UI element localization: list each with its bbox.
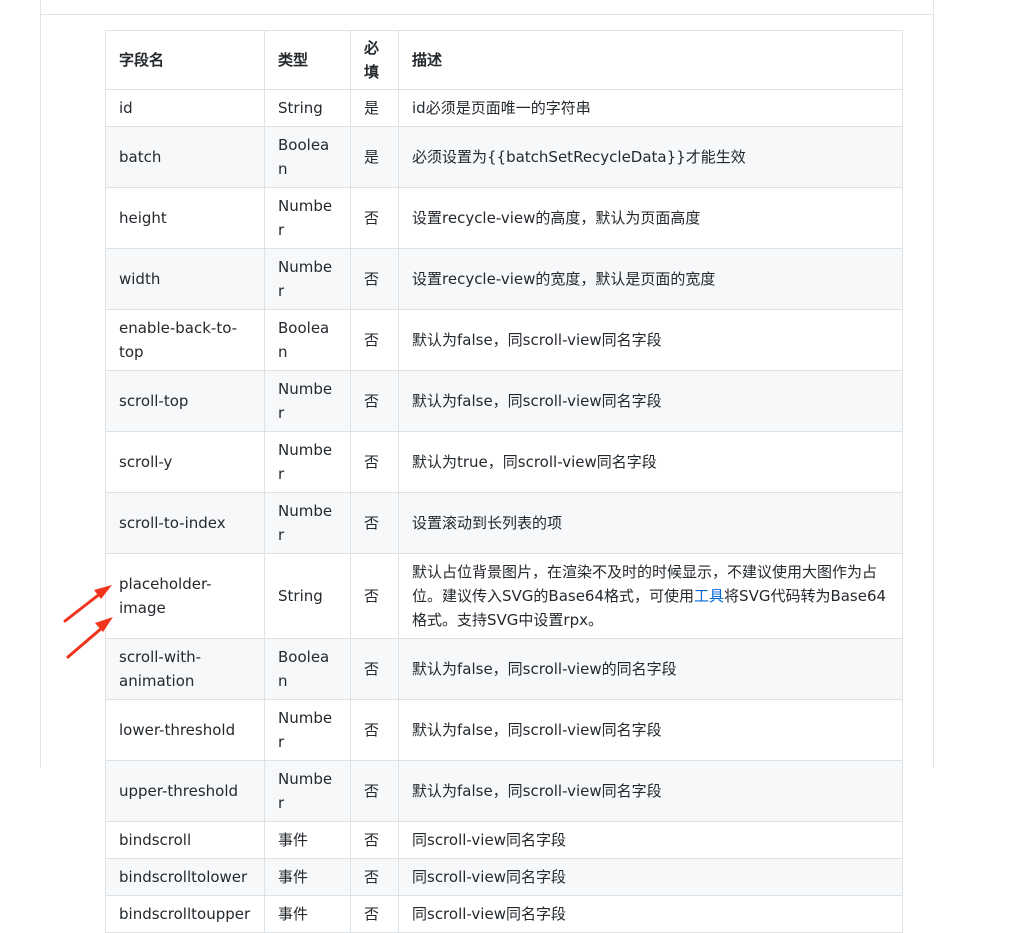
cell-desc: 默认为true，同scroll-view同名字段 — [398, 431, 903, 493]
cell-required: 否 — [350, 431, 399, 493]
cell-required: 否 — [350, 699, 399, 761]
cell-required: 否 — [350, 492, 399, 554]
cell-required: 否 — [350, 638, 399, 700]
table-row: upper-threshold Number 否 默认为false，同scrol… — [105, 760, 903, 822]
header-desc: 描述 — [398, 30, 903, 90]
table-row: lower-threshold Number 否 默认为false，同scrol… — [105, 699, 903, 761]
header-name: 字段名 — [105, 30, 265, 90]
cell-name: bindscrolltoupper — [105, 895, 265, 933]
cell-required: 否 — [350, 821, 399, 859]
table-row: scroll-y Number 否 默认为true，同scroll-view同名… — [105, 431, 903, 493]
table-row: bindscrolltoupper 事件 否 同scroll-view同名字段 — [105, 895, 903, 933]
cell-name: batch — [105, 126, 265, 188]
cell-required: 否 — [350, 858, 399, 896]
cell-type: Number — [264, 187, 351, 249]
cell-required: 否 — [350, 309, 399, 371]
cell-type: Boolean — [264, 309, 351, 371]
cell-desc: 设置recycle-view的宽度，默认是页面的宽度 — [398, 248, 903, 310]
cell-desc: 默认占位背景图片，在渲染不及时的时候显示，不建议使用大图作为占位。建议传入SVG… — [398, 553, 903, 639]
cell-required: 否 — [350, 248, 399, 310]
cell-desc: 设置滚动到长列表的项 — [398, 492, 903, 554]
tool-link[interactable]: 工具 — [694, 587, 724, 605]
cell-desc: 默认为false，同scroll-view同名字段 — [398, 309, 903, 371]
cell-type: String — [264, 553, 351, 639]
header-type: 类型 — [264, 30, 351, 90]
cell-name: upper-threshold — [105, 760, 265, 822]
cell-desc: 默认为false，同scroll-view的同名字段 — [398, 638, 903, 700]
top-divider — [40, 14, 934, 15]
header-required: 必填 — [350, 30, 399, 90]
table-row: enable-back-to-top Boolean 否 默认为false，同s… — [105, 309, 903, 371]
cell-desc: 默认为false，同scroll-view同名字段 — [398, 699, 903, 761]
cell-name: bindscroll — [105, 821, 265, 859]
cell-type: Number — [264, 760, 351, 822]
cell-desc: 同scroll-view同名字段 — [398, 858, 903, 896]
cell-desc: 必须设置为{{batchSetRecycleData}}才能生效 — [398, 126, 903, 188]
cell-name: placeholder-image — [105, 553, 265, 639]
cell-type: 事件 — [264, 821, 351, 859]
table-header-row: 字段名 类型 必填 描述 — [105, 30, 903, 90]
cell-type: Number — [264, 248, 351, 310]
cell-type: Boolean — [264, 126, 351, 188]
table-row: batch Boolean 是 必须设置为{{batchSetRecycleDa… — [105, 126, 903, 188]
table-row: scroll-with-animation Boolean 否 默认为false… — [105, 638, 903, 700]
cell-desc: 设置recycle-view的高度，默认为页面高度 — [398, 187, 903, 249]
cell-name: bindscrolltolower — [105, 858, 265, 896]
cell-type: String — [264, 89, 351, 127]
cell-required: 否 — [350, 370, 399, 432]
cell-type: Number — [264, 370, 351, 432]
cell-name: scroll-y — [105, 431, 265, 493]
cell-desc: id必须是页面唯一的字符串 — [398, 89, 903, 127]
table-row: scroll-to-index Number 否 设置滚动到长列表的项 — [105, 492, 903, 554]
cell-type: 事件 — [264, 858, 351, 896]
cell-desc: 同scroll-view同名字段 — [398, 895, 903, 933]
cell-name: width — [105, 248, 265, 310]
cell-required: 是 — [350, 126, 399, 188]
cell-name: height — [105, 187, 265, 249]
cell-type: 事件 — [264, 895, 351, 933]
cell-name: scroll-with-animation — [105, 638, 265, 700]
table-row: bindscrolltolower 事件 否 同scroll-view同名字段 — [105, 858, 903, 896]
cell-name: id — [105, 89, 265, 127]
table-row: id String 是 id必须是页面唯一的字符串 — [105, 89, 903, 127]
cell-required: 否 — [350, 760, 399, 822]
table-row: scroll-top Number 否 默认为false，同scroll-vie… — [105, 370, 903, 432]
cell-required: 否 — [350, 187, 399, 249]
table-row: placeholder-image String 否 默认占位背景图片，在渲染不… — [105, 553, 903, 639]
cell-name: scroll-to-index — [105, 492, 265, 554]
cell-type: Boolean — [264, 638, 351, 700]
cell-type: Number — [264, 492, 351, 554]
cell-name: lower-threshold — [105, 699, 265, 761]
table-row: height Number 否 设置recycle-view的高度，默认为页面高… — [105, 187, 903, 249]
api-table: 字段名 类型 必填 描述 id String 是 id必须是页面唯一的字符串 b… — [105, 30, 903, 933]
cell-desc: 同scroll-view同名字段 — [398, 821, 903, 859]
cell-required: 否 — [350, 553, 399, 639]
table-row: bindscroll 事件 否 同scroll-view同名字段 — [105, 821, 903, 859]
cell-required: 是 — [350, 89, 399, 127]
cell-type: Number — [264, 431, 351, 493]
cell-desc: 默认为false，同scroll-view同名字段 — [398, 370, 903, 432]
cell-desc: 默认为false，同scroll-view同名字段 — [398, 760, 903, 822]
cell-name: enable-back-to-top — [105, 309, 265, 371]
table-row: width Number 否 设置recycle-view的宽度，默认是页面的宽… — [105, 248, 903, 310]
cell-type: Number — [264, 699, 351, 761]
cell-required: 否 — [350, 895, 399, 933]
cell-name: scroll-top — [105, 370, 265, 432]
